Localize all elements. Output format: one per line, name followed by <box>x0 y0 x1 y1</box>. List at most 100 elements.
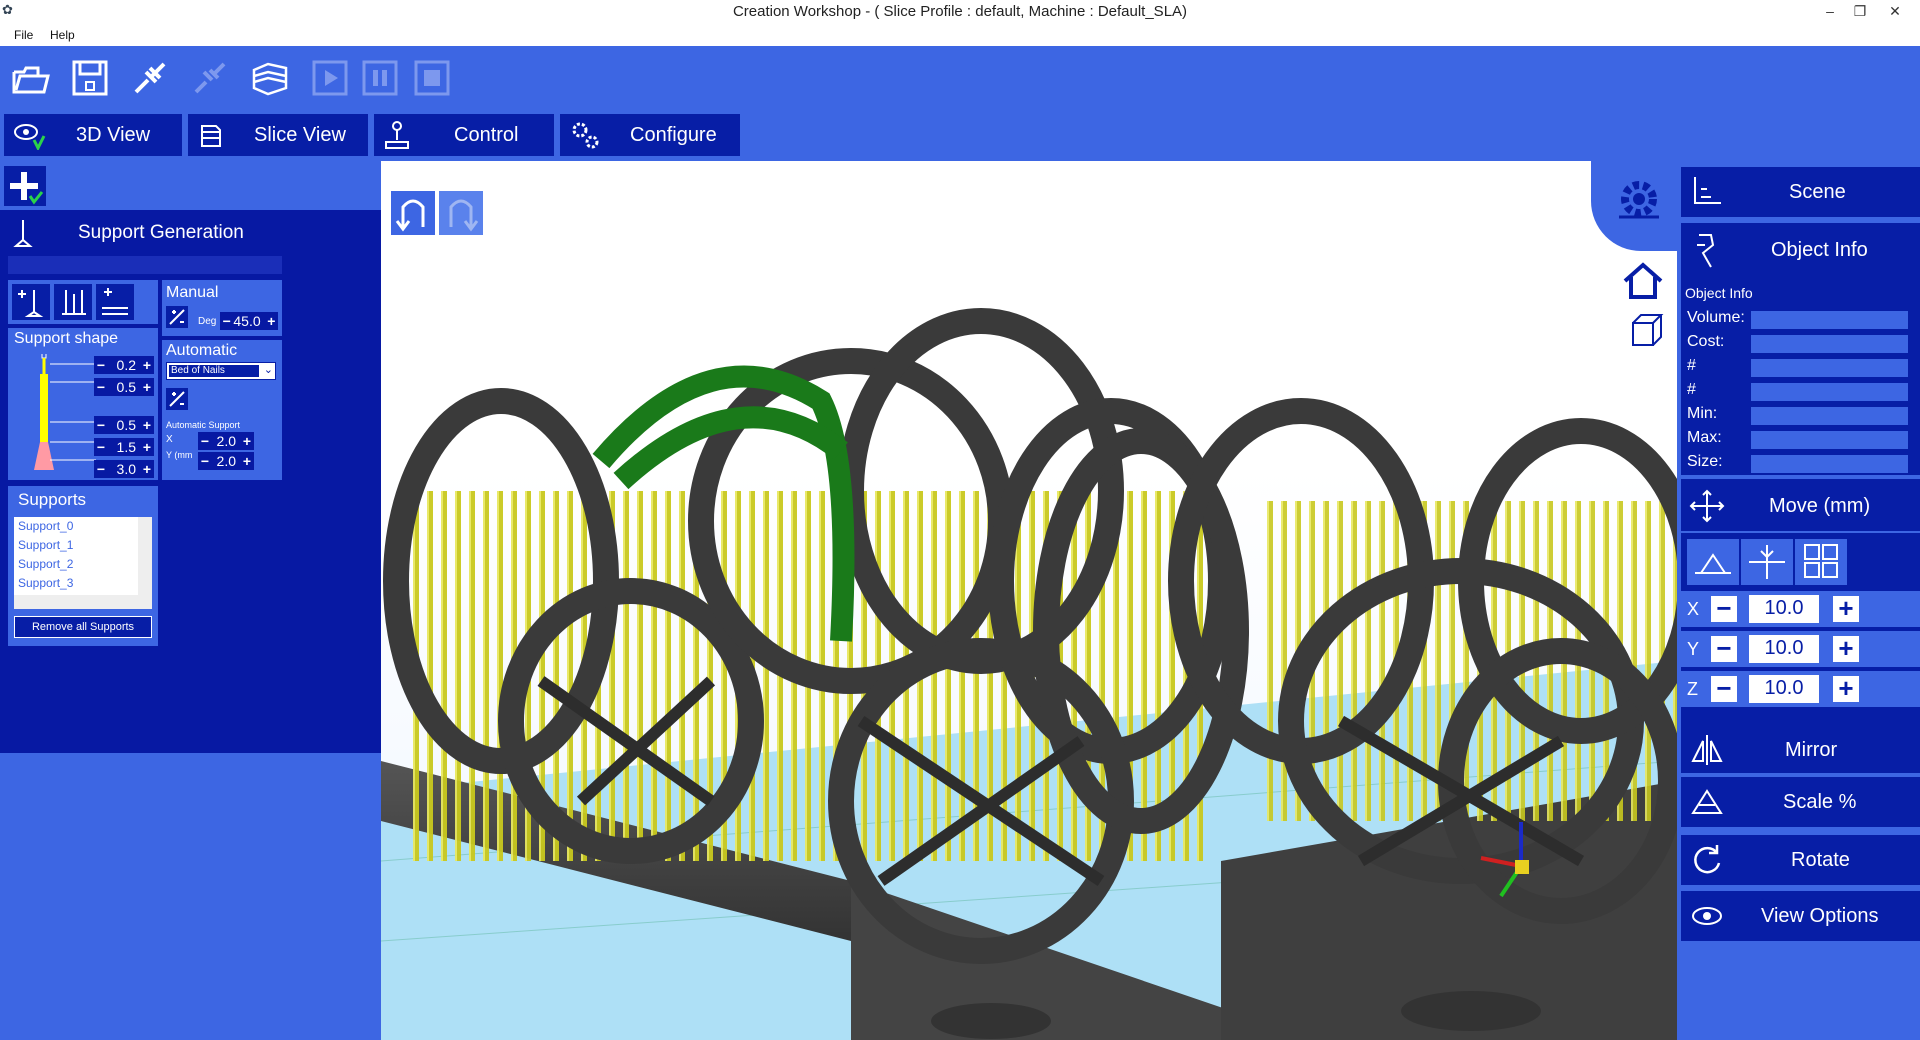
z-increment-button[interactable]: + <box>1833 675 1859 702</box>
manual-label: Manual <box>166 284 219 301</box>
mirror-label: Mirror <box>1785 739 1838 761</box>
connect-icon[interactable] <box>126 54 174 102</box>
play-icon[interactable] <box>306 54 354 102</box>
mirror-button[interactable]: Mirror <box>1681 725 1920 773</box>
x-increment-button[interactable]: + <box>1833 595 1859 622</box>
arrange-grid-icon <box>1804 544 1838 578</box>
eye-icon <box>1692 907 1722 925</box>
list-item[interactable]: Support_0 <box>14 517 152 536</box>
scene-button[interactable]: Scene <box>1681 167 1920 217</box>
center-icon <box>1749 545 1785 579</box>
auto-type-select[interactable]: Bed of Nails ⌄ <box>166 362 276 380</box>
automatic-label: Automatic <box>166 342 238 359</box>
list-scrollbar[interactable] <box>138 517 152 595</box>
x-spacing-label: X <box>166 434 173 445</box>
tab-slice-view[interactable]: Slice View <box>188 114 368 156</box>
tab-3d-view[interactable]: 3D View <box>4 114 182 156</box>
move-button[interactable]: Move (mm) <box>1681 479 1920 531</box>
eye-icon <box>14 124 46 150</box>
list-item[interactable]: Support_3 <box>14 574 152 593</box>
size-field <box>1751 455 1908 473</box>
move-arrows-icon <box>1689 489 1725 523</box>
x-spacing-spinner[interactable]: −2.0 + <box>198 432 254 450</box>
count-label-2: # <box>1687 381 1696 398</box>
gears-icon <box>572 122 599 149</box>
arrange-button[interactable] <box>1795 539 1847 585</box>
auto-generate-button[interactable] <box>166 388 188 410</box>
y-spacing-spinner[interactable]: −2.0 + <box>198 452 254 470</box>
tab-control[interactable]: Control <box>374 114 554 156</box>
horizontal-scrollbar[interactable] <box>14 595 152 609</box>
list-item[interactable]: Support_2 <box>14 555 152 574</box>
3d-viewport[interactable] <box>381 161 1677 1040</box>
max-label: Max: <box>1687 429 1722 446</box>
y-value-field[interactable]: 10.0 <box>1749 635 1819 663</box>
y-increment-button[interactable]: + <box>1833 635 1859 662</box>
add-support-button[interactable] <box>12 284 50 320</box>
pause-icon[interactable] <box>356 54 404 102</box>
center-object-button[interactable] <box>1741 539 1793 585</box>
x-decrement-button[interactable]: − <box>1711 595 1737 622</box>
volume-field <box>1751 311 1908 329</box>
count-label-1: # <box>1687 357 1696 374</box>
base-plate-icon <box>102 288 128 315</box>
tab-configure[interactable]: Configure <box>560 114 740 156</box>
remove-all-supports-button[interactable]: Remove all Supports <box>14 616 152 638</box>
drop-to-plate-icon <box>1695 553 1731 574</box>
tab-configure-label: Configure <box>630 124 717 146</box>
scale-icon <box>1691 789 1723 814</box>
minimize-button[interactable]: – <box>1815 0 1845 24</box>
home-view-button[interactable] <box>1621 261 1665 301</box>
base-plate-button[interactable] <box>96 284 134 320</box>
shape-spinner-5[interactable]: −3.0 + <box>94 460 154 478</box>
tab-3d-view-label: 3D View <box>76 124 151 146</box>
move-label: Move (mm) <box>1769 495 1871 517</box>
y-decrement-button[interactable]: − <box>1711 635 1737 662</box>
menu-file[interactable]: File <box>14 28 33 42</box>
slice-icon[interactable] <box>246 54 294 102</box>
support-icon <box>13 220 33 247</box>
z-decrement-button[interactable]: − <box>1711 675 1737 702</box>
shape-spinner-1[interactable]: −0.2 + <box>94 356 154 374</box>
x-value-field[interactable]: 10.0 <box>1749 595 1819 623</box>
shape-spinner-4[interactable]: −1.5 + <box>94 438 154 456</box>
z-value-field[interactable]: 10.0 <box>1749 675 1819 703</box>
scale-button[interactable]: Scale % <box>1681 777 1920 827</box>
object-info-icon <box>1697 234 1715 268</box>
close-button[interactable]: ✕ <box>1880 0 1910 24</box>
redo-button[interactable] <box>439 191 483 235</box>
multi-support-button[interactable] <box>54 284 92 320</box>
supports-list[interactable]: Support_0 Support_1 Support_2 Support_3 <box>14 517 152 609</box>
move-panel: X − 10.0 + Y − 10.0 + Z − 10.0 + <box>1681 533 1920 747</box>
cost-field <box>1751 335 1908 353</box>
support-shape-panel: Support shape −0.2 + −0.5 + −0.5 + −1.5 + −3… <box>8 328 158 480</box>
x-label: X <box>1687 599 1700 619</box>
disconnect-icon[interactable] <box>186 54 234 102</box>
save-icon[interactable] <box>66 54 114 102</box>
maximize-button[interactable]: ❐ <box>1845 0 1875 24</box>
angle-toggle-button[interactable] <box>166 306 188 328</box>
count-field-1 <box>1751 359 1908 377</box>
support-generation-title: Support Generation <box>78 222 244 243</box>
view-options-button[interactable]: View Options <box>1681 891 1920 941</box>
open-folder-icon[interactable] <box>6 54 54 102</box>
shape-spinner-3[interactable]: −0.5 + <box>94 416 154 434</box>
stop-icon[interactable] <box>408 54 456 102</box>
shape-spinner-2[interactable]: −0.5 + <box>94 378 154 396</box>
deg-spinner[interactable]: −45.0 + <box>220 312 278 330</box>
mirror-icon <box>1691 735 1723 765</box>
auto-type-value: Bed of Nails <box>169 365 259 377</box>
volume-label: Volume: <box>1687 309 1745 326</box>
automatic-panel: Automatic Bed of Nails ⌄ Automatic Suppo… <box>162 340 282 480</box>
drop-to-plate-button[interactable] <box>1687 539 1739 585</box>
ortho-view-button[interactable] <box>1625 311 1665 351</box>
add-tool-button[interactable] <box>4 166 46 206</box>
undo-icon <box>395 199 425 232</box>
undo-button[interactable] <box>391 191 435 235</box>
angle-icon <box>169 309 185 325</box>
list-item[interactable]: Support_1 <box>14 536 152 555</box>
menu-help[interactable]: Help <box>50 28 75 42</box>
rotate-button[interactable]: Rotate <box>1681 835 1920 885</box>
supports-title: Supports <box>18 490 87 509</box>
manual-panel: Manual Deg −45.0 + <box>162 280 282 336</box>
